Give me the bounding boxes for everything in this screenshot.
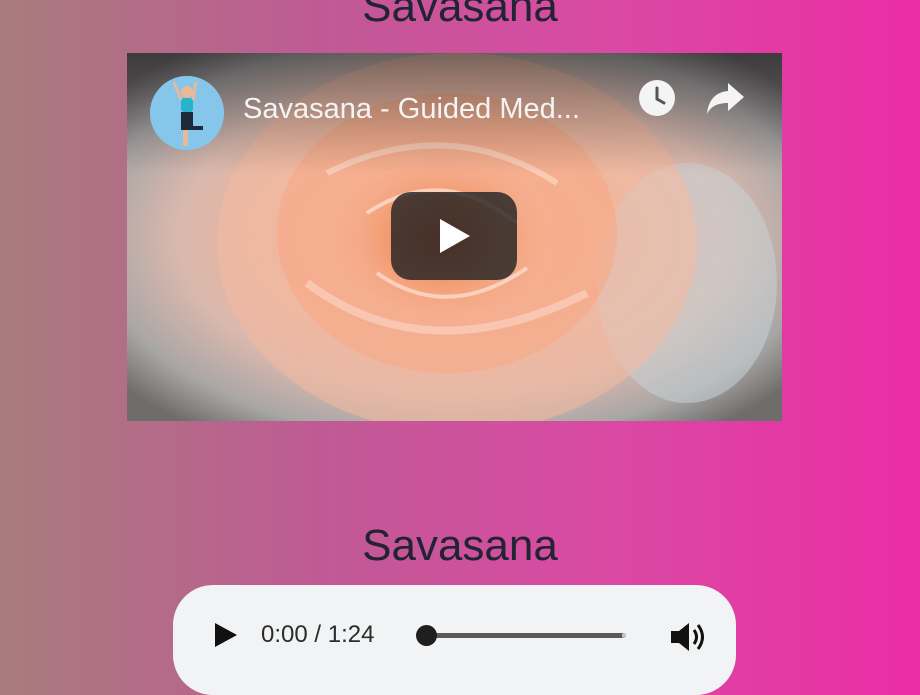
section-title-video: Savasana bbox=[362, 0, 558, 31]
audio-seek-bar[interactable] bbox=[426, 633, 626, 638]
play-icon[interactable] bbox=[213, 621, 239, 649]
audio-time-display: 0:00 / 1:24 bbox=[261, 621, 375, 648]
video-title[interactable]: Savasana - Guided Med... bbox=[243, 93, 623, 126]
person-icon bbox=[150, 76, 224, 150]
channel-avatar[interactable] bbox=[150, 76, 224, 150]
watch-later-icon[interactable] bbox=[638, 79, 676, 117]
volume-icon[interactable] bbox=[669, 620, 709, 654]
audio-seek-thumb[interactable] bbox=[416, 625, 437, 646]
section-title-audio: Savasana bbox=[362, 521, 558, 570]
share-icon[interactable] bbox=[704, 79, 748, 117]
play-icon bbox=[440, 219, 470, 253]
audio-player[interactable]: 0:00 / 1:24 bbox=[173, 585, 736, 695]
video-play-button[interactable] bbox=[391, 192, 517, 280]
video-player[interactable]: Savasana - Guided Med... bbox=[127, 53, 782, 421]
